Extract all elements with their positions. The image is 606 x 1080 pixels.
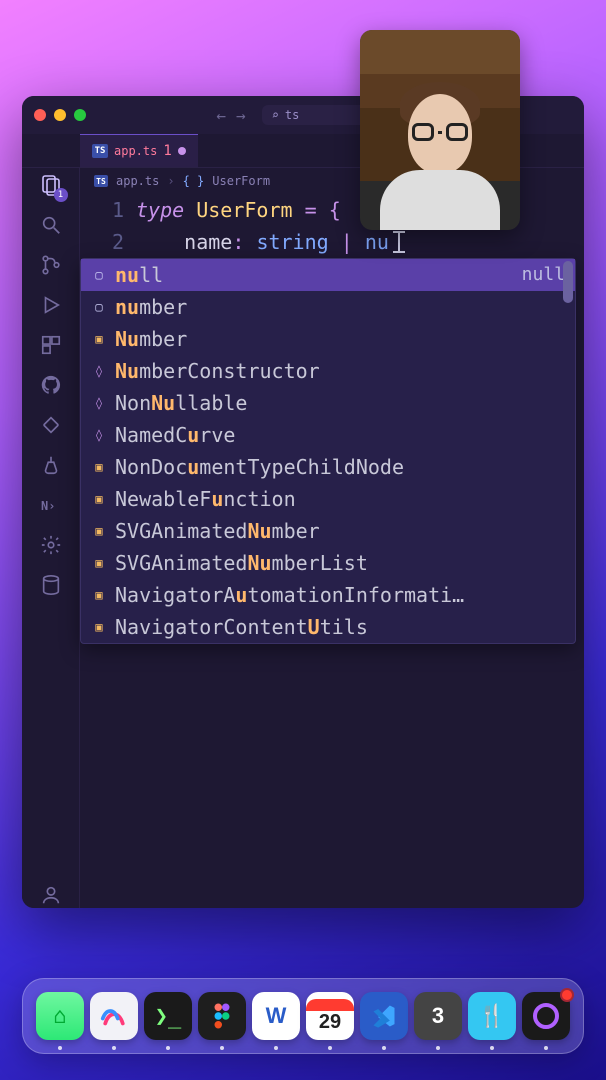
suggest-label: NonNullable bbox=[115, 387, 565, 419]
run-debug-icon[interactable] bbox=[38, 292, 64, 318]
suggest-item[interactable]: ◊ NumberConstructor bbox=[81, 355, 575, 387]
suggest-item[interactable]: ▣ NavigatorAutomationInformati… bbox=[81, 579, 575, 611]
maximize-window-button[interactable] bbox=[74, 109, 86, 121]
webcam-overlay bbox=[360, 30, 520, 230]
symbol-icon: { } bbox=[183, 174, 205, 188]
suggest-item[interactable]: ▣ SVGAnimatedNumberList bbox=[81, 547, 575, 579]
suggest-label: NamedCurve bbox=[115, 419, 565, 451]
editor: TS app.ts › { } UserForm 1234567891011 t… bbox=[80, 168, 584, 908]
explorer-badge: 1 bbox=[54, 188, 68, 202]
code-area[interactable]: 1234567891011 type UserForm = { name: st… bbox=[80, 194, 584, 908]
dock-app-word[interactable]: W bbox=[252, 992, 300, 1040]
dirty-indicator-icon bbox=[178, 147, 186, 155]
dock-app-browser[interactable] bbox=[522, 992, 570, 1040]
explorer-icon[interactable]: 1 bbox=[38, 172, 64, 198]
suggest-label: NewableFunction bbox=[115, 483, 565, 515]
suggest-label: number bbox=[115, 291, 565, 323]
code-line[interactable]: name: string | nu bbox=[136, 226, 584, 258]
traffic-lights bbox=[34, 109, 86, 121]
typescript-file-icon: TS bbox=[94, 175, 108, 187]
activity-bar: 1 N› bbox=[22, 168, 80, 908]
account-icon[interactable] bbox=[38, 882, 64, 908]
close-window-button[interactable] bbox=[34, 109, 46, 121]
macos-dock: ⌂ ❯_ W 29 3 🍴 bbox=[22, 978, 584, 1054]
typescript-file-icon: TS bbox=[92, 144, 108, 158]
suggest-label: SVGAnimatedNumberList bbox=[115, 547, 565, 579]
test-icon[interactable] bbox=[38, 452, 64, 478]
nx-icon[interactable]: N› bbox=[38, 492, 64, 518]
interface-icon: ◊ bbox=[91, 363, 107, 379]
line-number: 1 bbox=[80, 194, 124, 226]
suggest-label: null bbox=[115, 259, 514, 291]
class-icon: ▣ bbox=[91, 619, 107, 635]
settings-gear-icon[interactable] bbox=[38, 532, 64, 558]
suggest-item[interactable]: ▢ number bbox=[81, 291, 575, 323]
svg-text:N›: N› bbox=[41, 499, 55, 513]
interface-icon: ◊ bbox=[91, 427, 107, 443]
class-icon: ▣ bbox=[91, 555, 107, 571]
suggest-item[interactable]: ▣ NavigatorContentUtils bbox=[81, 611, 575, 643]
suggest-label: NavigatorContentUtils bbox=[115, 611, 565, 643]
suggest-item[interactable]: ▢ nullnull bbox=[81, 259, 575, 291]
dock-app-arc[interactable] bbox=[90, 992, 138, 1040]
breadcrumb-file: app.ts bbox=[116, 174, 159, 188]
suggest-label: NonDocumentTypeChildNode bbox=[115, 451, 565, 483]
nav-back-icon[interactable]: ← bbox=[216, 106, 226, 125]
class-icon: ▣ bbox=[91, 491, 107, 507]
dock-app-fork[interactable]: 🍴 bbox=[468, 992, 516, 1040]
tab-label: app.ts bbox=[114, 144, 157, 158]
suggest-label: NumberConstructor bbox=[115, 355, 565, 387]
minimize-window-button[interactable] bbox=[54, 109, 66, 121]
dock-app-terminal[interactable]: ❯_ bbox=[144, 992, 192, 1040]
tab-app-ts[interactable]: TS app.ts 1 bbox=[80, 134, 198, 167]
suggest-item[interactable]: ▣ SVGAnimatedNumber bbox=[81, 515, 575, 547]
suggest-detail: null bbox=[522, 259, 565, 291]
suggest-item[interactable]: ▣ NonDocumentTypeChildNode bbox=[81, 451, 575, 483]
suggest-item[interactable]: ◊ NonNullable bbox=[81, 387, 575, 419]
calendar-day: 29 bbox=[319, 1011, 341, 1034]
suggest-item[interactable]: ▣ NewableFunction bbox=[81, 483, 575, 515]
keyword-icon: ▢ bbox=[91, 299, 107, 315]
tab-problem-count: 1 bbox=[163, 143, 171, 159]
nav-forward-icon[interactable]: → bbox=[236, 106, 246, 125]
search-icon: ⌕ bbox=[272, 108, 279, 122]
dock-app-vscode[interactable] bbox=[360, 992, 408, 1040]
share-icon[interactable] bbox=[38, 412, 64, 438]
dock-app-calendar[interactable]: 29 bbox=[306, 992, 354, 1040]
database-icon[interactable] bbox=[38, 572, 64, 598]
class-icon: ▣ bbox=[91, 459, 107, 475]
keyword-icon: ▢ bbox=[91, 267, 107, 283]
github-icon[interactable] bbox=[38, 372, 64, 398]
class-icon: ▣ bbox=[91, 331, 107, 347]
chevron-right-icon: › bbox=[167, 174, 174, 188]
text-cursor-icon bbox=[391, 231, 407, 253]
intellisense-popup[interactable]: ▢ nullnull ▢ number ▣ Number ◊ NumberConstructo… bbox=[80, 258, 576, 644]
class-icon: ▣ bbox=[91, 523, 107, 539]
suggest-scrollbar[interactable] bbox=[563, 261, 573, 303]
suggest-item[interactable]: ◊ NamedCurve bbox=[81, 419, 575, 451]
search-text: ts bbox=[285, 108, 299, 122]
suggest-label: Number bbox=[115, 323, 565, 355]
suggest-label: NavigatorAutomationInformati… bbox=[115, 579, 565, 611]
class-icon: ▣ bbox=[91, 587, 107, 603]
interface-icon: ◊ bbox=[91, 395, 107, 411]
dock-app-figma[interactable] bbox=[198, 992, 246, 1040]
dock-app-1[interactable]: ⌂ bbox=[36, 992, 84, 1040]
suggest-item[interactable]: ▣ Number bbox=[81, 323, 575, 355]
notification-badge-icon bbox=[560, 988, 574, 1002]
search-activity-icon[interactable] bbox=[38, 212, 64, 238]
source-control-icon[interactable] bbox=[38, 252, 64, 278]
suggest-label: SVGAnimatedNumber bbox=[115, 515, 565, 547]
extensions-icon[interactable] bbox=[38, 332, 64, 358]
line-number: 2 bbox=[80, 226, 124, 258]
breadcrumb-symbol: UserForm bbox=[212, 174, 270, 188]
dock-app-8[interactable]: 3 bbox=[414, 992, 462, 1040]
